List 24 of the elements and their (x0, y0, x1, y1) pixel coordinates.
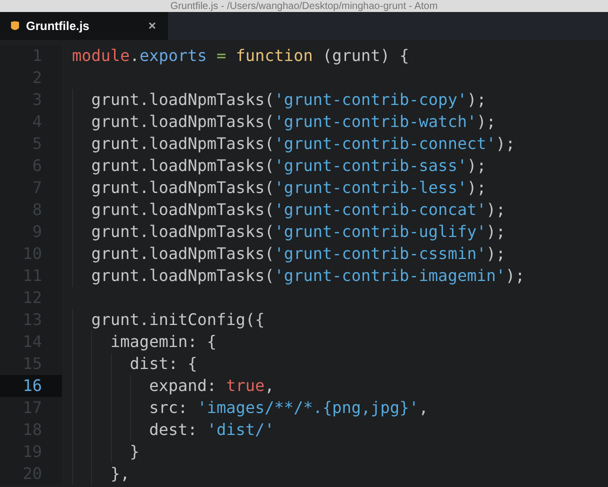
code-line: }, (110, 464, 130, 483)
code-line: expand: true, (148, 376, 274, 395)
code-line: dest: 'dist/' (148, 420, 274, 439)
code-line: grunt.loadNpmTasks('grunt-contrib-uglify'); (90, 222, 506, 241)
tab[interactable]: Gruntfile.js × (0, 12, 168, 40)
window-title: Gruntfile.js - /Users/wanghao/Desktop/minghao-grunt - Atom (170, 1, 438, 12)
code-line: grunt.loadNpmTasks('grunt-contrib-watch'); (90, 112, 496, 131)
code-line: grunt.loadNpmTasks('grunt-contrib-copy'); (90, 90, 486, 109)
code-line: dist: { (128, 354, 198, 373)
code-line: grunt.loadNpmTasks('grunt-contrib-less'); (90, 178, 486, 197)
code-line: grunt.loadNpmTasks('grunt-contrib-connect'); (90, 134, 516, 153)
tab-label: Gruntfile.js (26, 18, 90, 35)
line-number: 16 (0, 375, 62, 397)
code-line: imagemin: { (110, 332, 216, 351)
code-line: grunt.loadNpmTasks('grunt-contrib-cssmin'); (90, 244, 506, 263)
code-line: grunt.loadNpmTasks('grunt-contrib-concat'); (90, 200, 506, 219)
code-line: grunt.initConfig({ (90, 310, 265, 329)
code-line: } (128, 442, 140, 461)
code-line: grunt.loadNpmTasks('grunt-contrib-imagemin'); (90, 266, 525, 285)
code-line: src: 'images/**/*.{png,jpg}', (148, 398, 428, 417)
code-line: grunt.loadNpmTasks('grunt-contrib-sass'); (90, 156, 486, 175)
code-line: module.exports = function (grunt) { (72, 46, 410, 65)
close-tab-button[interactable]: × (148, 16, 156, 36)
file-icon (11, 21, 19, 31)
